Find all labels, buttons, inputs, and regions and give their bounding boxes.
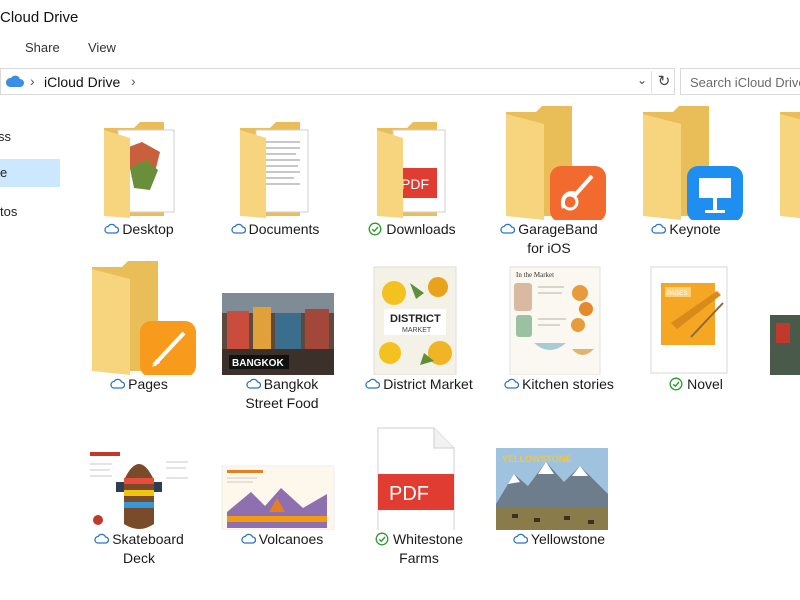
file-documents[interactable]: Documents	[210, 98, 340, 248]
photo-thumbnail	[770, 253, 800, 375]
file-bangkok-street-food[interactable]: BANGKOK Bangkok Street Food	[217, 253, 347, 411]
document-thumbnail	[74, 408, 204, 530]
tab-share[interactable]: Share	[19, 38, 66, 57]
cloud-icon	[230, 222, 246, 236]
file-label: Desktop	[69, 220, 209, 239]
cloud-icon	[651, 222, 667, 236]
file-label: District Market	[349, 375, 489, 394]
search-input[interactable]	[688, 70, 800, 95]
search-box[interactable]	[680, 68, 800, 95]
pages-document-icon: PAGES	[631, 253, 761, 375]
pages-app-icon	[140, 321, 196, 375]
file-label: Whitestone Farms	[349, 530, 489, 568]
photo-thumbnail: YELLOWSTONE	[494, 408, 624, 530]
chevron-right-icon[interactable]: ›	[30, 73, 35, 89]
thumbnail-subtitle: MARKET	[402, 327, 432, 334]
navigation-pane: ss e tos	[0, 98, 62, 600]
file-keynote[interactable]: Keynote	[621, 98, 751, 248]
cloud-icon	[513, 532, 528, 546]
folder-icon	[758, 98, 800, 220]
pdf-file-icon: PDF	[354, 408, 484, 530]
folder-icon	[74, 253, 204, 375]
file-label: Skateboard Deck	[69, 530, 209, 568]
file-cropped-photo[interactable]	[770, 253, 800, 403]
pdf-label: PDF	[389, 483, 429, 505]
file-desktop[interactable]: Desktop	[74, 98, 204, 248]
cloud-icon	[104, 222, 120, 236]
folder-icon	[621, 98, 751, 220]
folder-icon	[484, 98, 614, 220]
synced-check-icon	[375, 532, 390, 546]
breadcrumb-icloud-drive[interactable]: iCloud Drive	[44, 74, 120, 90]
svg-text:PDF: PDF	[401, 176, 429, 192]
file-label: Yellowstone	[489, 530, 629, 549]
thumbnail-title: DISTRICT	[390, 313, 441, 325]
file-whitestone-farms[interactable]: PDF Whitestone Farms	[354, 408, 484, 566]
file-district-market[interactable]: DISTRICT MARKET District Market	[354, 253, 484, 403]
sidebar-item-1[interactable]: ss	[0, 123, 60, 151]
cloud-icon	[94, 532, 110, 546]
synced-check-icon	[368, 222, 383, 236]
sidebar-item-icloud-drive[interactable]: e	[0, 159, 60, 187]
file-grid: Desktop Documents PDF Downloads GarageBa…	[64, 98, 800, 578]
cloud-icon	[241, 532, 256, 546]
cloud-icon	[365, 377, 381, 391]
ribbon: Share View	[0, 34, 800, 64]
title-bar: Cloud Drive	[0, 0, 800, 34]
folder-icon	[74, 98, 204, 220]
file-garageband-for-ios[interactable]: GarageBand for iOS	[484, 98, 614, 256]
file-downloads[interactable]: PDF Downloads	[347, 98, 477, 248]
chevron-right-icon[interactable]: ›	[131, 73, 136, 89]
file-volcanoes[interactable]: Volcanoes	[217, 408, 347, 558]
file-label: Volcanoes	[212, 530, 352, 549]
document-thumbnail: In the Market	[494, 253, 624, 375]
file-label: Documents	[205, 220, 345, 239]
window-title: Cloud Drive	[0, 9, 79, 26]
thumbnail-title: In the Market	[516, 271, 554, 279]
thumbnail-title: YELLOWSTONE	[502, 454, 571, 464]
thumbnail-badge: PAGES	[667, 291, 687, 297]
cloud-icon	[504, 377, 520, 391]
folder-icon: PDF	[347, 98, 477, 220]
chevron-down-icon[interactable]: ⌄	[637, 73, 647, 87]
address-row: › iCloud Drive › ⌄ ↻	[0, 66, 800, 98]
document-thumbnail: DISTRICT MARKET	[354, 253, 484, 375]
file-label: Downloads	[342, 220, 482, 239]
folder-icon	[210, 98, 340, 220]
document-thumbnail	[217, 408, 347, 530]
file-skateboard-deck[interactable]: Skateboard Deck	[74, 408, 204, 566]
cloud-icon	[110, 377, 126, 391]
keynote-app-icon	[687, 166, 743, 220]
file-kitchen-stories[interactable]: In the Market Kitchen stories	[494, 253, 624, 403]
cloud-icon	[500, 222, 516, 236]
address-bar[interactable]: › iCloud Drive › ⌄ ↻	[0, 68, 675, 95]
thumbnail-title: BANGKOK	[232, 358, 284, 369]
cloud-icon	[246, 377, 261, 391]
synced-check-icon	[669, 377, 684, 391]
garageband-app-icon	[550, 166, 606, 220]
icloud-icon	[5, 74, 25, 88]
file-label: Keynote	[616, 220, 756, 239]
file-label: Novel	[626, 375, 766, 394]
file-label: Pages	[69, 375, 209, 394]
tab-view[interactable]: View	[82, 38, 122, 57]
file-cropped-folder[interactable]	[758, 98, 800, 248]
file-novel[interactable]: PAGES Novel	[631, 253, 761, 403]
file-label: Kitchen stories	[489, 375, 629, 394]
file-yellowstone[interactable]: YELLOWSTONE Yellowstone	[494, 408, 624, 558]
file-pages[interactable]: Pages	[74, 253, 204, 403]
sidebar-item-3[interactable]: tos	[0, 198, 60, 226]
refresh-icon[interactable]: ↻	[651, 71, 676, 93]
photo-thumbnail: BANGKOK	[217, 253, 347, 375]
